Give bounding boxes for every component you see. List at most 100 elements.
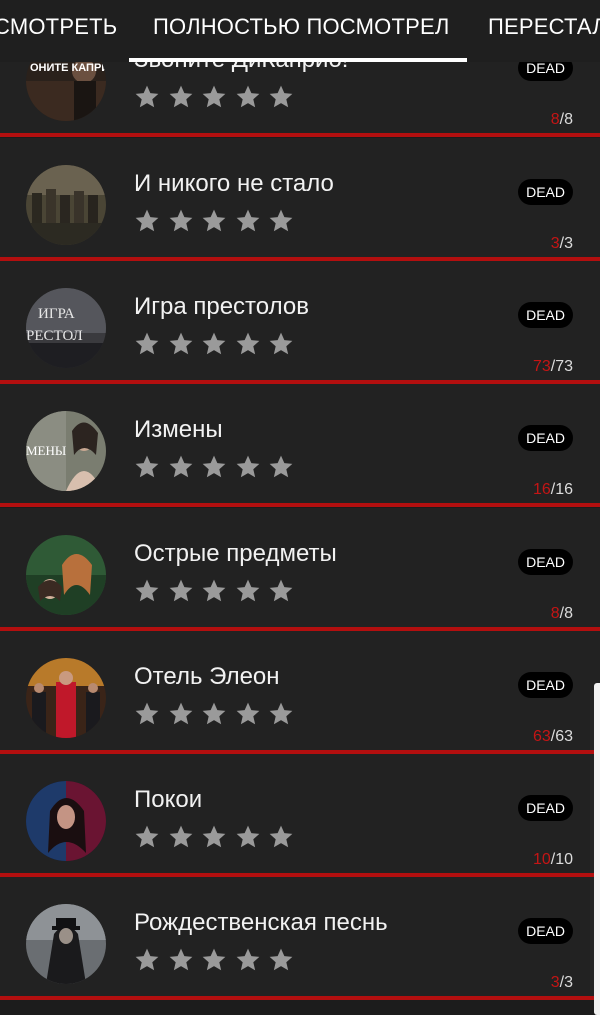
total-count: /16 (550, 481, 573, 498)
show-poster (26, 535, 106, 615)
poster-caption: МЕНЫ (26, 443, 66, 458)
star-icon[interactable] (235, 208, 261, 234)
status-badge: DEAD (518, 302, 573, 328)
list-item[interactable]: МЕНЫ Измены DEAD 16/16 (0, 384, 600, 507)
watched-count: 3 (550, 974, 560, 991)
episode-count: 8/8 (551, 111, 573, 129)
show-title: Измены (134, 416, 223, 443)
episode-count: 3/3 (551, 974, 573, 992)
star-icon[interactable] (134, 701, 160, 727)
show-title: Покои (134, 786, 203, 813)
star-icon[interactable] (235, 947, 261, 973)
rating-stars[interactable] (134, 701, 302, 731)
rating-stars[interactable] (134, 578, 302, 608)
star-icon[interactable] (168, 578, 194, 604)
star-icon[interactable] (168, 331, 194, 357)
total-count: /3 (559, 974, 573, 991)
star-icon[interactable] (235, 701, 261, 727)
rating-stars[interactable] (134, 331, 302, 361)
star-icon[interactable] (268, 454, 294, 480)
watched-count: 16 (532, 481, 551, 498)
star-icon[interactable] (268, 578, 294, 604)
status-badge: DEAD (518, 425, 573, 451)
star-icon[interactable] (168, 701, 194, 727)
total-count: /10 (550, 851, 573, 868)
star-icon[interactable] (168, 208, 194, 234)
rating-stars[interactable] (134, 947, 302, 977)
tab-stopped[interactable]: ПЕРЕСТАЛ (488, 14, 600, 40)
list-item[interactable]: Покои DEAD 10/10 (0, 754, 600, 877)
star-icon[interactable] (235, 454, 261, 480)
star-icon[interactable] (268, 947, 294, 973)
status-badge: DEAD (518, 918, 573, 944)
poster-caption: ОНИТЕ КАПРИО! (30, 62, 106, 74)
show-poster: ИГРА РЕСТОЛ (26, 288, 106, 368)
episode-count: 63/63 (533, 728, 573, 746)
episode-count: 10/10 (533, 851, 573, 869)
watched-count: 8 (550, 111, 560, 128)
star-icon[interactable] (268, 824, 294, 850)
star-icon[interactable] (134, 824, 160, 850)
star-icon[interactable] (201, 701, 227, 727)
star-icon[interactable] (134, 84, 160, 110)
show-poster (26, 165, 106, 245)
star-icon[interactable] (201, 208, 227, 234)
total-count: /73 (550, 358, 573, 375)
poster-caption: ИГРА (38, 306, 75, 322)
scrollbar-thumb[interactable] (594, 683, 600, 1015)
tab-fully-watched[interactable]: ПОЛНОСТЬЮ ПОСМОТРЕЛ (153, 14, 450, 40)
rating-stars[interactable] (134, 824, 302, 854)
star-icon[interactable] (134, 454, 160, 480)
episode-count: 73/73 (533, 358, 573, 376)
rating-stars[interactable] (134, 84, 302, 114)
star-icon[interactable] (201, 824, 227, 850)
list-item[interactable]: Рождественская песнь DEAD 3/3 (0, 877, 600, 1000)
star-icon[interactable] (235, 331, 261, 357)
active-tab-indicator (129, 58, 467, 62)
status-badge: DEAD (518, 549, 573, 575)
total-count: /63 (550, 728, 573, 745)
star-icon[interactable] (168, 947, 194, 973)
show-title: Отель Элеон (134, 663, 280, 690)
watched-count: 8 (550, 605, 560, 622)
episode-count: 3/3 (551, 235, 573, 253)
star-icon[interactable] (134, 208, 160, 234)
rating-stars[interactable] (134, 454, 302, 484)
star-icon[interactable] (235, 578, 261, 604)
star-icon[interactable] (268, 331, 294, 357)
list-item[interactable]: И никого не стало DEAD 3/3 (0, 138, 600, 261)
list-item[interactable]: Острые предметы DEAD 8/8 (0, 508, 600, 631)
episode-count: 8/8 (551, 605, 573, 623)
star-icon[interactable] (268, 84, 294, 110)
star-icon[interactable] (268, 701, 294, 727)
star-icon[interactable] (201, 331, 227, 357)
show-title: И никого не стало (134, 170, 334, 197)
status-badge: DEAD (518, 672, 573, 698)
star-icon[interactable] (201, 947, 227, 973)
show-poster (26, 781, 106, 861)
rating-stars[interactable] (134, 208, 302, 238)
star-icon[interactable] (168, 84, 194, 110)
star-icon[interactable] (134, 578, 160, 604)
list-item[interactable]: Отель Элеон DEAD 63/63 (0, 631, 600, 754)
star-icon[interactable] (235, 84, 261, 110)
tab-to-watch[interactable]: СМОТРЕТЬ (0, 14, 117, 40)
show-list[interactable]: ОНИТЕ КАПРИО! Звоните ДиКаприо! DEAD 8/8 (0, 0, 600, 1015)
watched-count: 3 (550, 235, 560, 252)
star-icon[interactable] (134, 331, 160, 357)
star-icon[interactable] (168, 824, 194, 850)
total-count: /8 (559, 605, 573, 622)
star-icon[interactable] (235, 824, 261, 850)
star-icon[interactable] (168, 454, 194, 480)
total-count: /8 (559, 111, 573, 128)
list-item[interactable]: ИГРА РЕСТОЛ Игра престолов DEAD 73/73 (0, 261, 600, 384)
watched-count: 10 (532, 851, 551, 868)
star-icon[interactable] (268, 208, 294, 234)
star-icon[interactable] (201, 454, 227, 480)
star-icon[interactable] (134, 947, 160, 973)
show-title: Острые предметы (134, 540, 337, 567)
tab-bar: СМОТРЕТЬ ПОЛНОСТЬЮ ПОСМОТРЕЛ ПЕРЕСТАЛ (0, 0, 600, 62)
star-icon[interactable] (201, 84, 227, 110)
show-title: Рождественская песнь (134, 909, 388, 936)
star-icon[interactable] (201, 578, 227, 604)
